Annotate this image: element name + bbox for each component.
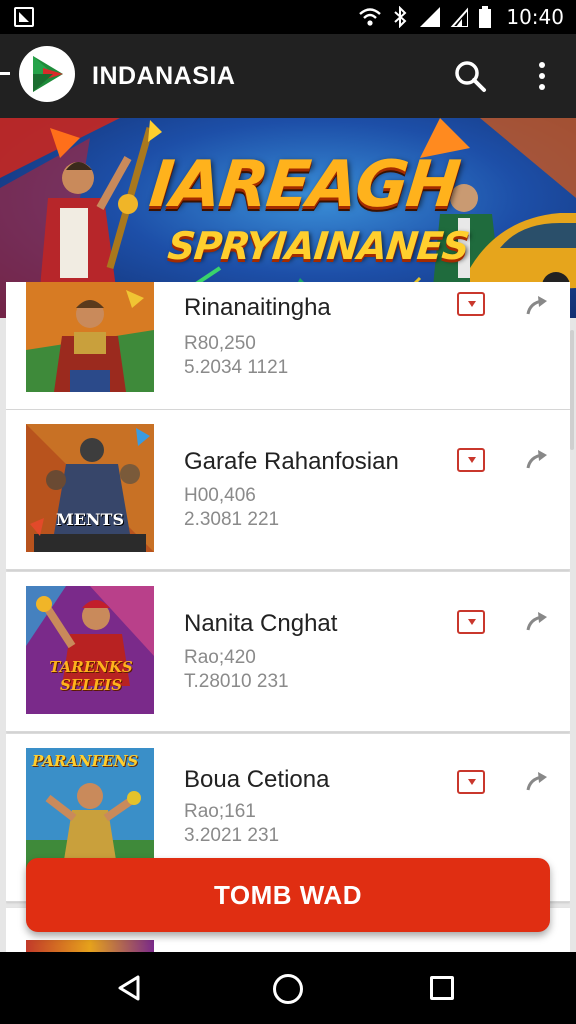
play-store-button[interactable]	[457, 292, 485, 316]
game-meta-line-2: T.28010 231	[184, 671, 289, 692]
status-time: 10:40	[506, 5, 564, 29]
game-title: Nanita Cnghat	[184, 610, 338, 637]
game-thumbnail: PARANFENS	[26, 748, 154, 876]
play-store-icon	[33, 56, 63, 92]
game-title: Garafe Rahanfosian	[184, 448, 399, 475]
list-item[interactable]: MENTS Garafe Rahanfosian H00,406 2.3081 …	[6, 410, 570, 570]
status-icons: 10:40	[358, 4, 564, 30]
game-thumbnail	[26, 282, 154, 392]
game-title: Boua Cetiona	[184, 766, 330, 793]
game-thumbnail: TARENKS SELEIS	[26, 586, 154, 714]
menu-dot	[539, 84, 545, 90]
share-icon[interactable]	[524, 770, 548, 794]
app-title: INDANASIA	[92, 62, 236, 90]
share-icon[interactable]	[524, 294, 548, 318]
game-meta-line-1: H00,406	[184, 485, 256, 506]
status-bar: 10:40	[0, 0, 576, 34]
signal-icon	[420, 7, 441, 27]
battery-icon	[479, 6, 492, 28]
game-title: Rinanaitingha	[184, 294, 331, 321]
game-meta-line-1: Rao;161	[184, 801, 256, 822]
app-bar: INDANASIA	[0, 34, 576, 118]
scrollbar[interactable]	[570, 330, 574, 450]
thumbnail-art	[26, 424, 154, 552]
list-item[interactable]: Rinanaitingha R80,250 5.2034 1121	[6, 282, 570, 410]
back-mark	[0, 72, 10, 75]
thumbnail-text: PARANFENS	[32, 752, 139, 770]
game-meta: Rao;161 3.2021 231	[184, 800, 279, 848]
primary-action-button[interactable]: TOMB WAD	[26, 858, 550, 932]
banner-title: IAREAGH	[146, 148, 462, 222]
search-icon	[455, 61, 486, 92]
list-item[interactable]: TARENKS SELEIS Nanita Cnghat Rao;420 T.2…	[6, 572, 570, 732]
notification-icon	[14, 7, 34, 27]
search-button[interactable]	[450, 56, 490, 96]
signal-2-icon	[451, 7, 469, 27]
game-meta: R80,250 5.2034 1121	[184, 332, 288, 380]
nav-home-icon[interactable]	[273, 974, 303, 1004]
thumbnail-text: TARENKS SELEIS	[49, 658, 133, 694]
share-icon[interactable]	[524, 610, 548, 634]
game-thumbnail: MENTS	[26, 424, 154, 552]
bluetooth-icon	[394, 6, 407, 28]
thumbnail-text: MENTS	[56, 510, 124, 529]
game-meta-line-1: Rao;420	[184, 647, 256, 668]
game-meta: H00,406 2.3081 221	[184, 484, 279, 532]
share-icon[interactable]	[524, 448, 548, 472]
nav-back-icon[interactable]	[116, 974, 144, 1002]
menu-dot	[539, 73, 545, 79]
game-meta: Rao;420 T.28010 231	[184, 646, 289, 694]
menu-dot	[539, 62, 545, 68]
play-store-button[interactable]	[457, 770, 485, 794]
game-meta-line-2: 3.2021 231	[184, 825, 280, 846]
thumbnail-art	[26, 282, 154, 392]
play-store-button[interactable]	[457, 610, 485, 634]
banner-subtitle: SPRYIAINANES	[165, 224, 471, 268]
system-nav-bar	[0, 952, 576, 1024]
game-meta-line-2: 2.3081 221	[184, 509, 280, 530]
more-vert-icon[interactable]	[528, 56, 556, 96]
app-logo	[19, 46, 75, 102]
thumbnail-art	[26, 586, 154, 714]
game-list: Rinanaitingha R80,250 5.2034 1121 MENTS …	[6, 282, 570, 952]
game-meta-line-2: 5.2034 1121	[184, 357, 289, 378]
game-thumbnail	[26, 940, 154, 952]
wifi-icon	[359, 8, 382, 26]
nav-recents-icon[interactable]	[430, 976, 454, 1000]
play-store-button[interactable]	[457, 448, 485, 472]
game-meta-line-1: R80,250	[184, 333, 256, 354]
